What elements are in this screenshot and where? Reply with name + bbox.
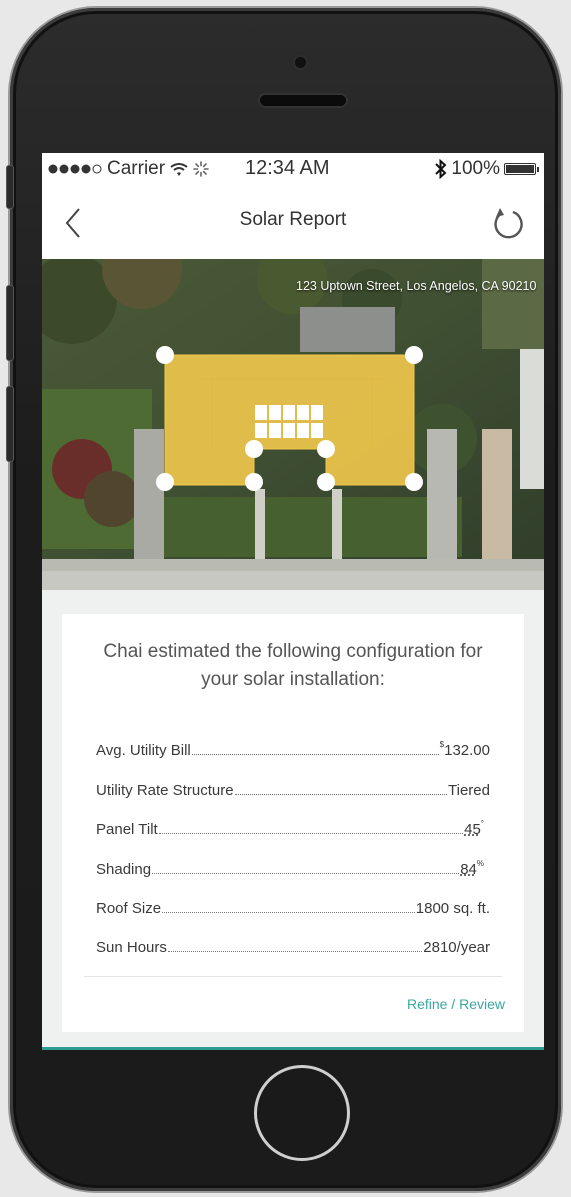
list-item: Shading 84% — [96, 838, 490, 878]
list-item: Utility Rate Structure Tiered — [96, 759, 490, 799]
dot-leader — [167, 951, 423, 953]
mute-switch — [6, 165, 14, 209]
status-right: 100% — [435, 158, 539, 180]
satellite-map[interactable]: 123 Uptown Street, Los Angelos, CA 90210 — [42, 259, 544, 590]
config-list: Avg. Utility Bill $132.00 Utility Rate S… — [96, 720, 490, 956]
volume-down-button — [6, 386, 14, 462]
results-card: Chai estimated the following configurati… — [62, 614, 524, 1032]
row-label: Panel Tilt — [96, 821, 158, 839]
list-item: Avg. Utility Bill $132.00 — [96, 720, 490, 759]
dot-leader — [162, 911, 415, 913]
refine-review-link[interactable]: Refine / Review — [407, 996, 505, 1012]
earpiece-speaker — [260, 95, 346, 106]
address-label: 123 Uptown Street, Los Angelos, CA 90210 — [296, 279, 537, 293]
row-value: 84% — [460, 858, 484, 878]
list-item: Sun Hours 2810/year — [96, 917, 490, 956]
row-label: Roof Size — [96, 899, 162, 917]
page-title: Solar Report — [239, 209, 347, 230]
bluetooth-icon — [435, 159, 447, 179]
bottom-accent-bar — [42, 1047, 544, 1050]
row-label: Sun Hours — [96, 939, 167, 957]
dot-leader — [234, 793, 448, 795]
divider — [84, 976, 502, 977]
list-item: Roof Size 1800 sq. ft. — [96, 878, 490, 917]
row-value: $132.00 — [439, 740, 490, 760]
row-value: 45° — [464, 819, 484, 839]
carrier-info: Carrier — [48, 158, 209, 180]
wifi-icon — [170, 162, 188, 176]
volume-up-button — [6, 285, 14, 361]
status-bar: Carrier 12:34 AM 100% — [42, 153, 544, 187]
row-value: 1800 sq. ft. — [415, 899, 490, 917]
signal-dots-icon — [48, 164, 102, 174]
dot-leader — [152, 872, 460, 874]
list-item: Panel Tilt 45° — [96, 799, 490, 838]
battery-icon — [504, 163, 539, 175]
card-intro-text: Chai estimated the following configurati… — [103, 641, 483, 690]
row-label: Utility Rate Structure — [96, 781, 234, 799]
nav-bar: Solar Report — [42, 187, 544, 259]
row-value: Tiered — [448, 781, 490, 799]
loading-spinner-icon — [193, 161, 209, 177]
row-label: Shading — [96, 860, 152, 878]
row-value: 2810/year — [423, 939, 490, 957]
carrier-label: Carrier — [107, 158, 166, 179]
front-camera — [295, 57, 306, 68]
map-imagery — [42, 259, 544, 590]
dot-leader — [158, 833, 464, 835]
refresh-icon[interactable] — [492, 205, 526, 241]
clock: 12:34 AM — [245, 157, 330, 179]
row-label: Avg. Utility Bill — [96, 742, 191, 760]
home-button[interactable] — [254, 1065, 350, 1161]
app-screen: Carrier 12:34 AM 100% Solar Report 123 U… — [42, 153, 544, 1050]
dot-leader — [191, 754, 439, 756]
battery-percent: 100% — [451, 158, 500, 179]
